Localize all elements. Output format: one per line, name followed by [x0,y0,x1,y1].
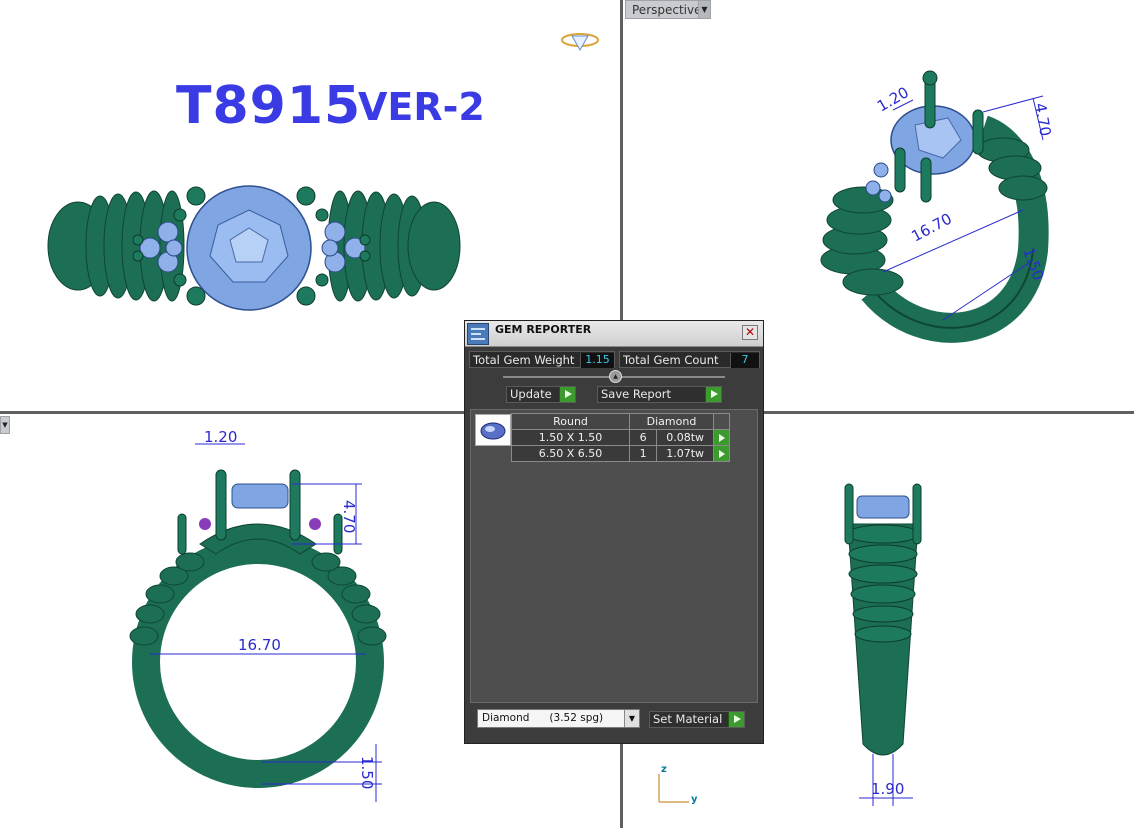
total-gem-count-value: 7 [730,353,759,368]
update-button[interactable]: Update [506,386,576,403]
gem-size: 6.50 X 6.50 [511,445,630,462]
gem-weight: 0.08tw [656,429,714,446]
front-dim-inner: 16.70 [238,636,281,654]
gem-reporter-dialog: GEM REPORTER ✕ Total Gem Weight 1.15 Tot… [464,320,764,744]
collapse-toggle-icon[interactable]: ▲ [609,370,622,383]
gem-table-header: Round Diamond [511,413,730,430]
viewport-menu-dropdown-icon[interactable]: ▼ [698,0,711,19]
axis-gizmo-icon: z y [658,764,698,805]
play-arrow-icon [559,387,575,402]
front-dim-prong: 1.20 [204,428,237,446]
viewport-label-perspective[interactable]: Perspective [625,0,709,19]
cad-workspace: T8915 VER-2 1.20 4.70 16.70 1.50 Perspec… [0,0,1134,828]
header-material: Diamond [629,413,714,430]
total-gem-weight-value: 1.15 [580,353,614,368]
gem-qty: 6 [628,429,658,446]
material-select-value: Diamond (3.52 spg) [482,712,604,724]
design-version: VER-2 [358,85,485,129]
total-gem-weight-label: Total Gem Weight [473,353,575,367]
row-select-arrow-icon[interactable] [713,429,730,446]
play-arrow-icon [728,712,744,727]
axis-z-label: z [661,764,667,775]
set-material-label: Set Material [653,712,723,726]
table-row[interactable]: 1.50 X 1.50 6 0.08tw [511,429,730,446]
gem-reporter-app-icon [467,323,489,345]
header-shape: Round [511,413,630,430]
side-dim-width: 1.90 [871,780,904,798]
row-select-arrow-icon[interactable] [713,445,730,462]
axis-y-label: y [691,794,698,805]
perspective-dim-height: 4.70 [1031,102,1055,138]
gem-weight: 1.07tw [656,445,714,462]
material-select[interactable]: Diamond (3.52 spg) ▼ [477,709,640,728]
perspective-dim-inner: 16.70 [908,209,954,245]
save-report-button[interactable]: Save Report [597,386,722,403]
diamond-ring-logo-icon [561,33,599,52]
set-material-button[interactable]: Set Material [649,711,745,728]
gem-qty: 1 [628,445,658,462]
gem-size: 1.50 X 1.50 [511,429,630,446]
front-dim-band: 1.50 [358,756,376,789]
close-icon[interactable]: ✕ [742,325,758,340]
dialog-title: GEM REPORTER [495,323,592,336]
gem-table: Round Diamond 1.50 X 1.50 6 0.08tw 6.50 … [511,413,730,462]
save-report-label: Save Report [601,387,672,401]
dialog-titlebar[interactable]: GEM REPORTER ✕ [465,321,763,347]
chevron-down-icon[interactable]: ▼ [624,710,639,727]
design-code: T8915 [176,76,362,136]
gem-list-panel: Round Diamond 1.50 X 1.50 6 0.08tw 6.50 … [470,409,758,703]
viewport-front-dropdown-icon[interactable]: ▼ [0,416,10,434]
front-dim-height: 4.70 [340,500,358,533]
table-row[interactable]: 6.50 X 6.50 1 1.07tw [511,445,730,462]
total-gem-weight-box: Total Gem Weight 1.15 [469,351,615,368]
total-gem-count-label: Total Gem Count [623,353,719,367]
update-button-label: Update [510,387,552,401]
total-gem-count-box: Total Gem Count 7 [619,351,760,368]
perspective-dim-prong: 1.20 [874,83,912,115]
round-gem-thumbnail-icon[interactable] [475,414,511,446]
play-arrow-icon [705,387,721,402]
